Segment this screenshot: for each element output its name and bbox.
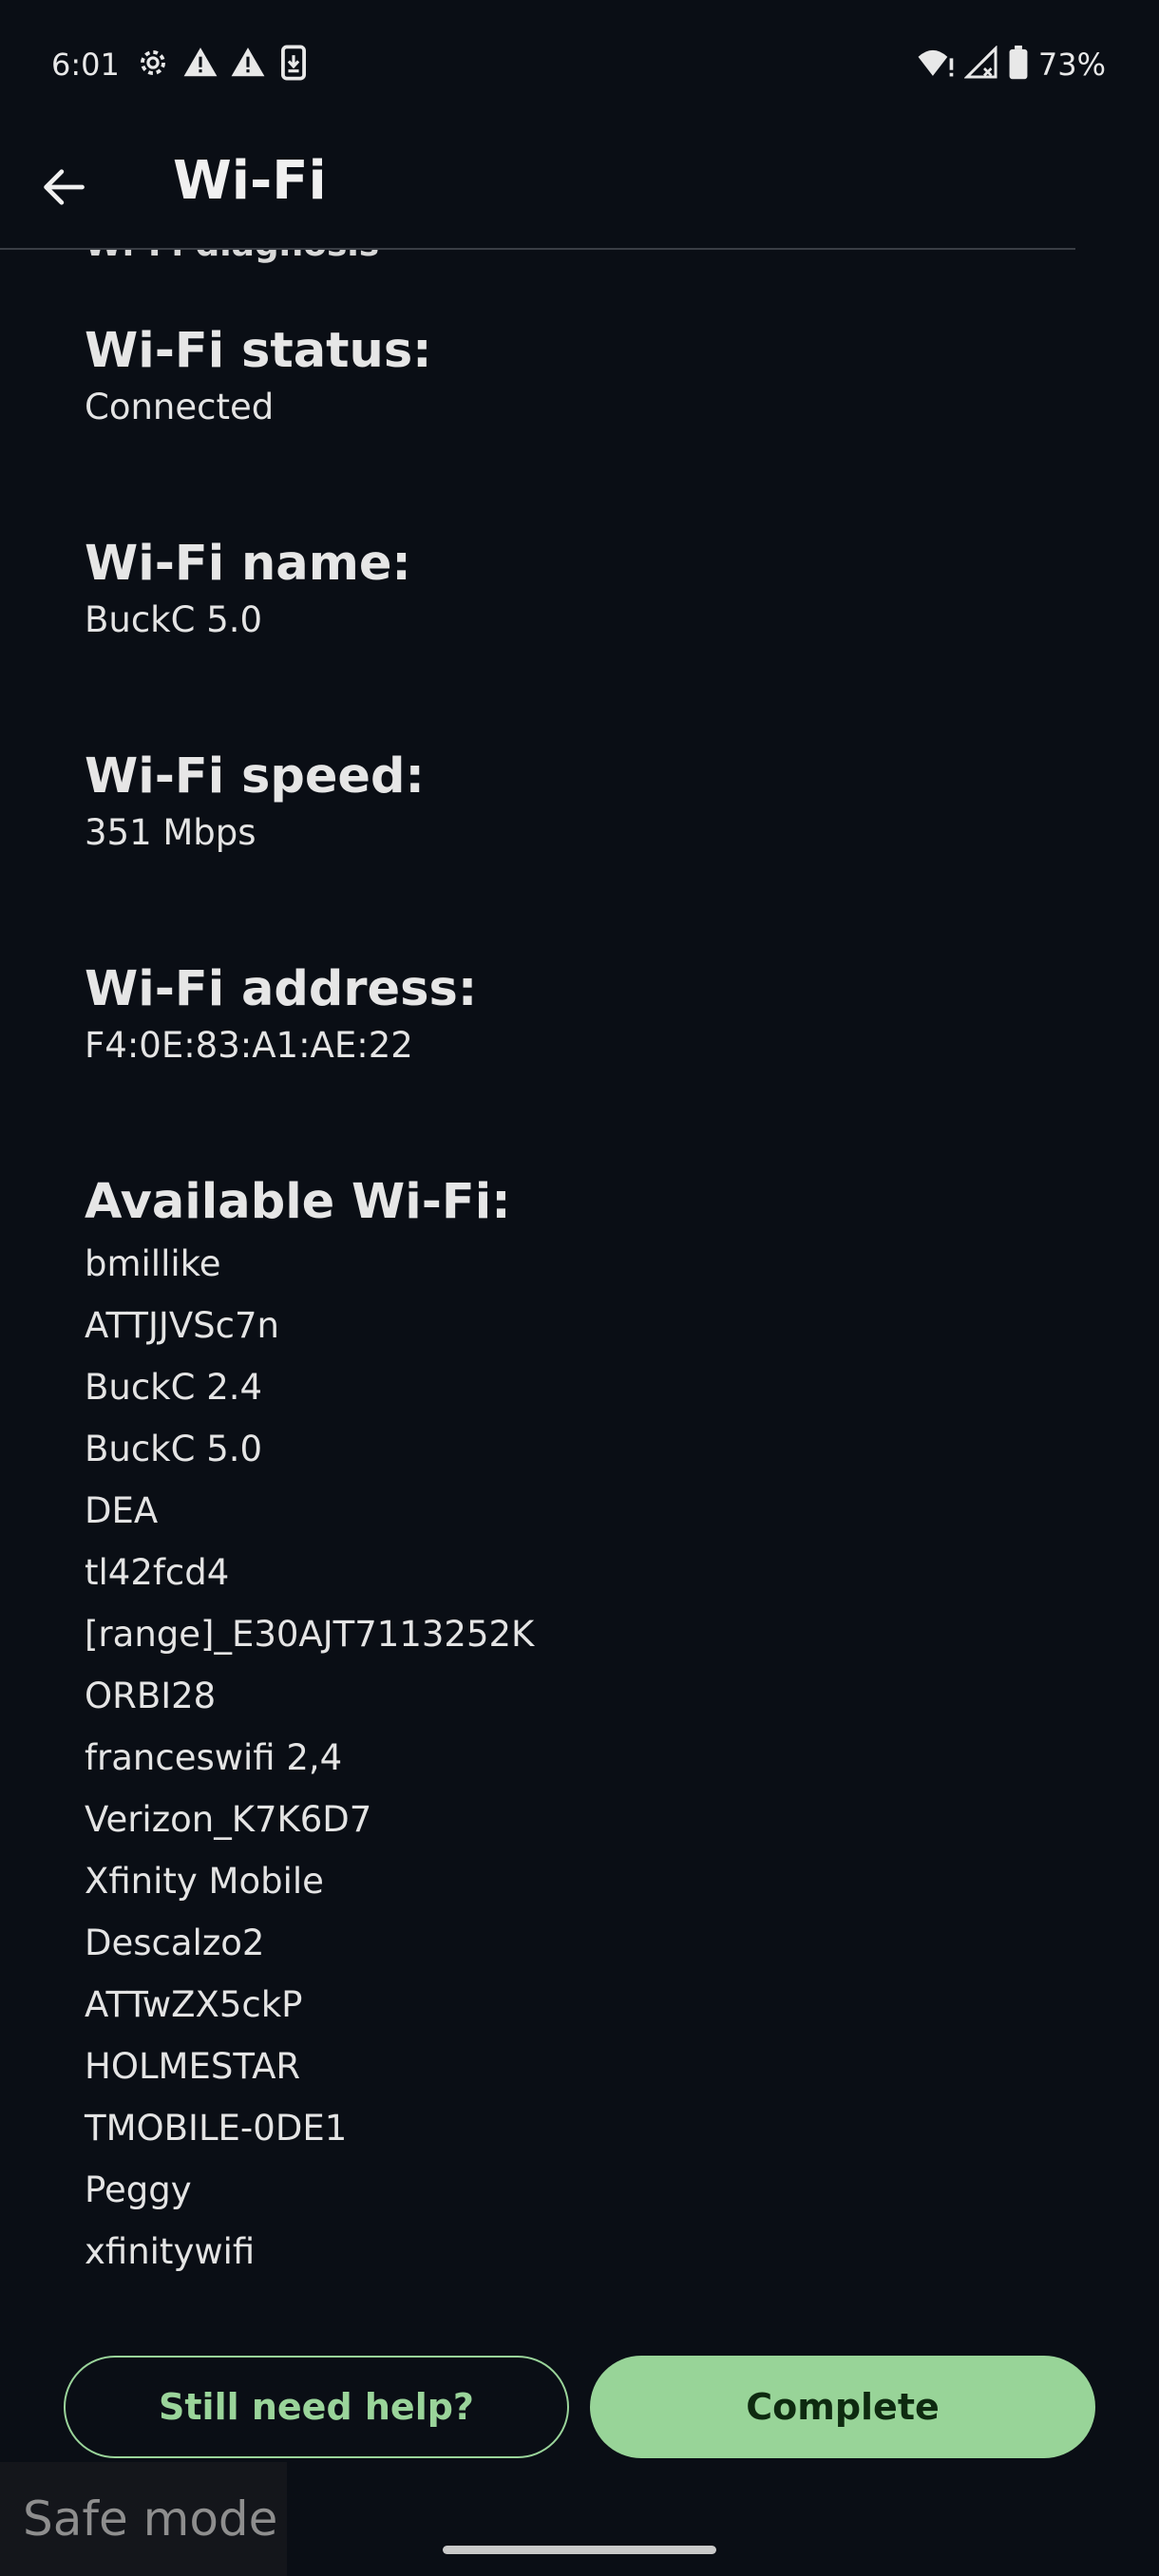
safe-mode-label: Safe mode	[0, 2462, 287, 2576]
list-item: ORBI28	[85, 1676, 217, 1716]
cellular-signal-icon	[963, 45, 998, 84]
app-bar: Wi-Fi	[0, 129, 1159, 249]
list-item: Verizon_K7K6D7	[85, 1799, 372, 1840]
wifi-name-value: BuckC 5.0	[85, 599, 263, 640]
available-wifi-list: bmillike ATTJJVSc7n BuckC 2.4 BuckC 5.0 …	[85, 1240, 534, 2289]
available-wifi-label: Available Wi-Fi:	[85, 1174, 511, 1230]
list-item: HOLMESTAR	[85, 2046, 301, 2087]
status-time: 6:01	[51, 47, 120, 83]
list-item: ATTJJVSc7n	[85, 1305, 279, 1346]
list-item: xfinitywifi	[85, 2231, 256, 2272]
arrow-left-icon	[39, 162, 88, 216]
back-button[interactable]	[28, 154, 99, 224]
list-item: [range]_E30AJT7113252K	[85, 1614, 535, 1655]
list-item: tl42fcd4	[85, 1552, 230, 1593]
list-item: BuckC 5.0	[85, 1429, 263, 1469]
wifi-status-label: Wi-Fi status:	[85, 323, 432, 379]
warning-icon	[230, 45, 266, 85]
list-item: ATTwZX5ckP	[85, 1984, 303, 2025]
list-item: bmillike	[85, 1243, 221, 1284]
warning-icon	[182, 45, 218, 85]
wifi-address-value: F4:0E:83:A1:AE:22	[85, 1025, 413, 1066]
status-left: 6:01	[51, 45, 310, 85]
list-item: Peggy	[85, 2169, 192, 2210]
list-item: Xfinity Mobile	[85, 1861, 324, 1902]
available-wifi-field: Available Wi-Fi: bmillike ATTJJVSc7n Buc…	[85, 1171, 534, 2289]
wifi-status-field: Wi-Fi status: Connected	[85, 320, 432, 432]
list-item: TMOBILE-0DE1	[85, 2108, 348, 2149]
wifi-status-value: Connected	[85, 387, 275, 427]
status-bar: 6:01 73%	[0, 0, 1159, 129]
list-item: BuckC 2.4	[85, 1367, 263, 1408]
wifi-alert-icon	[917, 46, 955, 84]
diagnosis-content[interactable]: Wi-Fi diagnosis Wi-Fi status: Connected …	[0, 250, 1159, 2339]
battery-percent: 73%	[1037, 47, 1106, 83]
gear-icon	[135, 45, 171, 85]
list-item: DEA	[85, 1490, 159, 1531]
wifi-name-field: Wi-Fi name: BuckC 5.0	[85, 533, 411, 645]
wifi-address-field: Wi-Fi address: F4:0E:83:A1:AE:22	[85, 958, 477, 1070]
battery-icon	[1008, 45, 1029, 85]
list-item: franceswifi 2,4	[85, 1737, 343, 1778]
complete-button[interactable]: Complete	[590, 2356, 1095, 2458]
gesture-nav-handle[interactable]	[443, 2546, 716, 2554]
page-title: Wi-Fi	[173, 150, 327, 212]
wifi-speed-value: 351 Mbps	[85, 812, 256, 853]
section-title: Wi-Fi diagnosis	[85, 250, 379, 264]
still-need-help-button[interactable]: Still need help?	[64, 2356, 569, 2458]
wifi-address-label: Wi-Fi address:	[85, 961, 478, 1017]
status-right: 73%	[917, 45, 1106, 85]
wifi-name-label: Wi-Fi name:	[85, 536, 411, 592]
list-item: Descalzo2	[85, 1923, 265, 1963]
wifi-speed-field: Wi-Fi speed: 351 Mbps	[85, 746, 425, 858]
download-icon	[277, 45, 310, 85]
wifi-speed-label: Wi-Fi speed:	[85, 748, 425, 805]
